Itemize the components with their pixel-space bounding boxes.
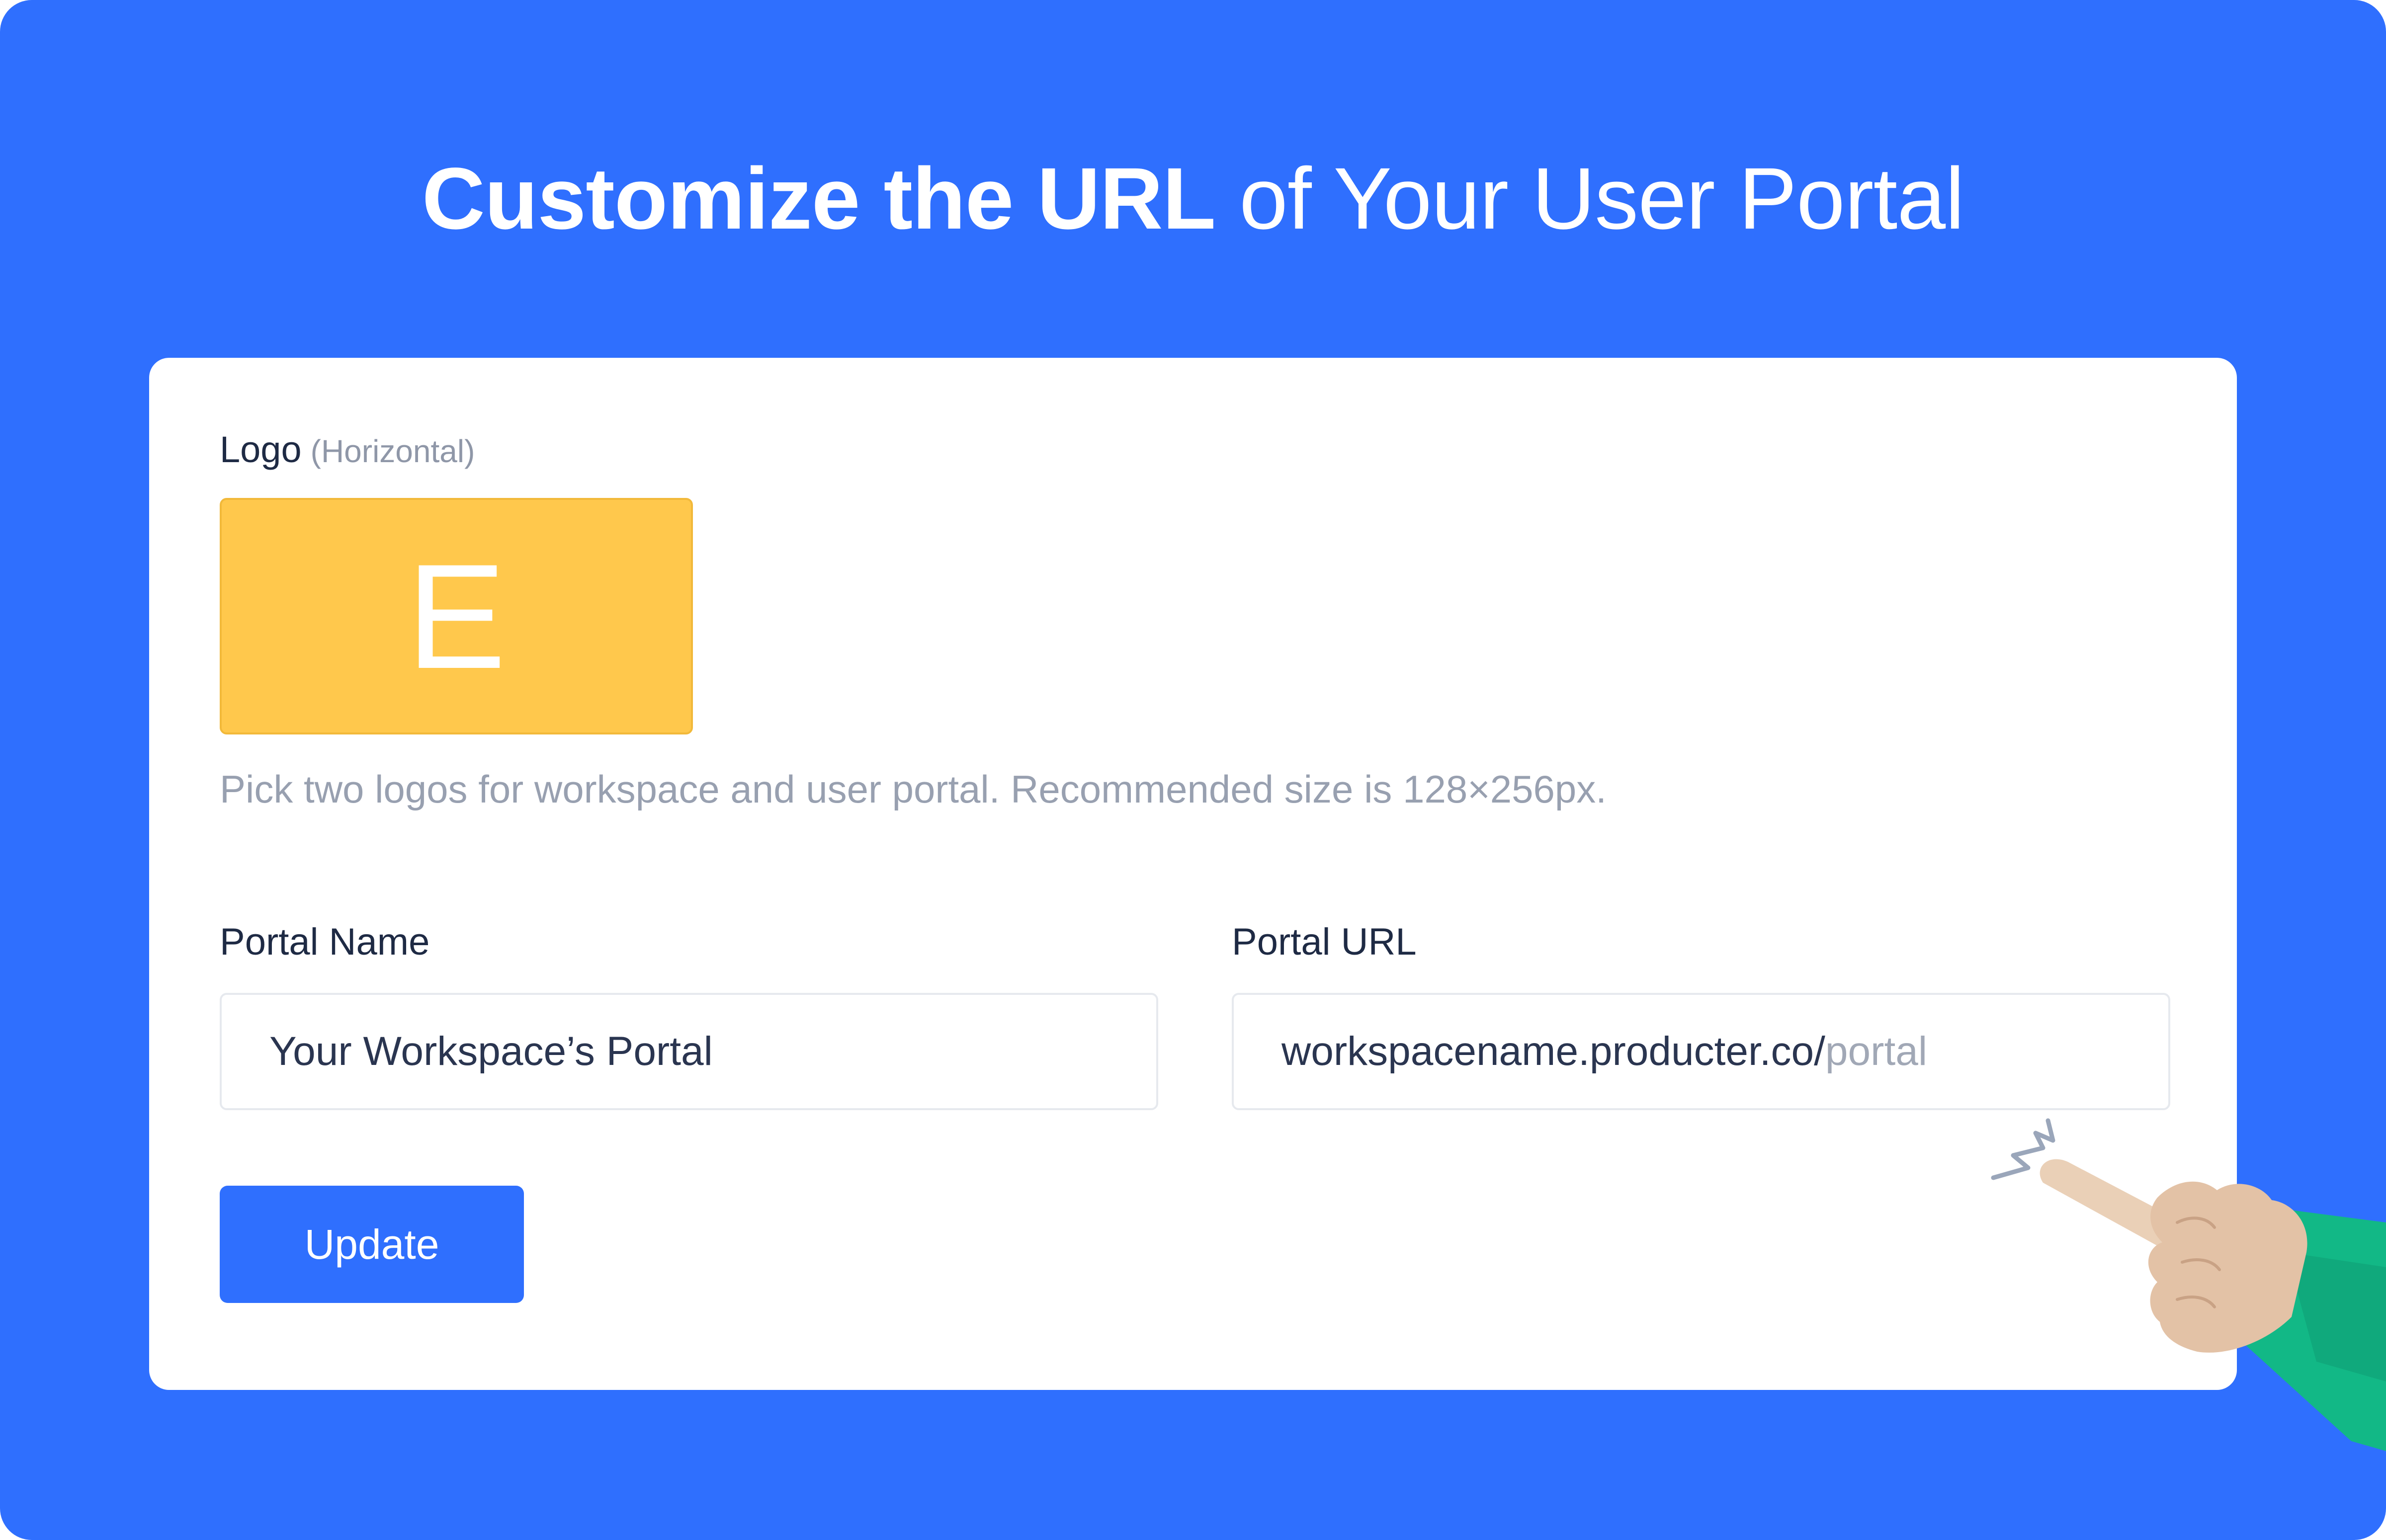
pointing-hand-icon	[1991, 1118, 2386, 1451]
logo-helper-text: Pick two logos for workspace and user po…	[220, 767, 1607, 811]
portal-name-input[interactable]: Your Workspace’s Portal	[220, 993, 1158, 1110]
portal-name-label: Portal Name	[220, 921, 430, 963]
logo-label-text: Logo	[220, 429, 302, 470]
portal-name-value: Your Workspace’s Portal	[269, 1029, 713, 1074]
logo-label-sub: (Horizontal)	[310, 433, 475, 469]
logo-letter: E	[406, 533, 507, 700]
logo-upload[interactable]: E	[220, 498, 693, 734]
update-button[interactable]: Update	[220, 1186, 524, 1303]
page-title-light: of Your User Portal	[1239, 150, 1964, 247]
logo-label: Logo (Horizontal)	[220, 427, 475, 474]
portal-url-label: Portal URL	[1232, 921, 1417, 963]
portal-url-prefix: workspacename.producter.co/	[1281, 1029, 1825, 1074]
page-title-bold: Customize the URL	[422, 150, 1216, 247]
portal-url-input[interactable]: workspacename.producter.co/portal	[1232, 993, 2170, 1110]
hero-frame: Customize the URL of Your User Portal Lo…	[0, 0, 2386, 1540]
portal-url-suffix: portal	[1825, 1029, 1928, 1074]
page-title: Customize the URL of Your User Portal	[0, 149, 2386, 248]
settings-card: Logo (Horizontal) E Pick two logos for wo…	[149, 358, 2237, 1390]
